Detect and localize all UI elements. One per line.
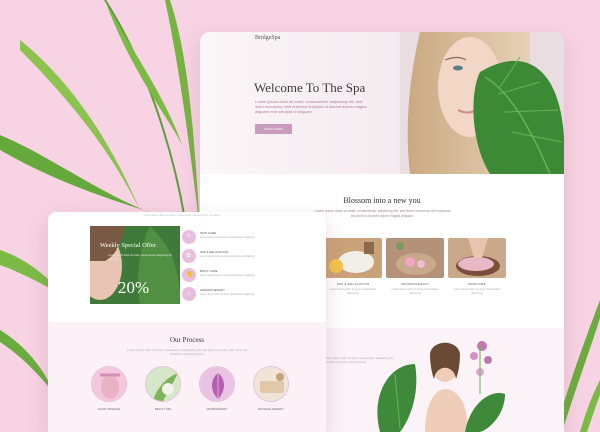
- process-step-4-image[interactable]: [253, 366, 289, 402]
- treatment-image-pedicure: [448, 238, 506, 278]
- process-text: Lorem ipsum dolor sit amet, consectetuer…: [126, 348, 248, 356]
- services-page-card: Lorem ipsum dolor sit amet, consectetuer…: [48, 212, 326, 432]
- process-step-2-caption: BEAUTY SPA: [154, 408, 172, 411]
- treatment-caption-spa: SPA & RELAXATION: [336, 282, 370, 286]
- hand-icon: ✋: [186, 272, 194, 278]
- service-text-spa: Lorem ipsum dolor sit amet consectetuer …: [200, 255, 255, 258]
- treatment-text-pedicure: Lorem ipsum dolor sit amet consectetuer …: [453, 288, 501, 295]
- service-label-skin[interactable]: SKIN CARE: [200, 231, 216, 235]
- treatment-text-spa: Lorem ipsum dolor sit amet consectetuer …: [329, 288, 377, 295]
- section-text: Lorem ipsum dolor sit amet, consectetuer…: [314, 209, 451, 218]
- model-with-leaves-image: [377, 341, 505, 432]
- lotus-icon: ✿: [186, 253, 192, 259]
- face-icon: ☺: [186, 233, 193, 239]
- special-offer-banner[interactable]: Weekly Special Offer Lorem ipsum dolor s…: [90, 226, 180, 304]
- service-label-spa[interactable]: SPA & RELAXATION: [200, 250, 228, 254]
- front-top-text: Lorem ipsum dolor sit amet, consectetuer…: [144, 214, 220, 217]
- hero-text: Lorem ipsum dolor sit amet, consectetuer…: [255, 99, 367, 114]
- process-step-1-caption: FACIAL MASSAGE: [97, 408, 121, 411]
- offer-title: Weekly Special Offer: [100, 242, 157, 249]
- section-title: Blossom into a new you: [343, 196, 421, 205]
- service-icon-skin: ☺: [182, 230, 196, 244]
- service-label-aroma[interactable]: AROMATHERAPY: [200, 288, 225, 292]
- service-icon-aroma: ♨: [182, 287, 196, 301]
- treatment-image-spa: [324, 238, 382, 278]
- service-icon-spa: ✿: [182, 249, 196, 263]
- service-text-skin: Lorem ipsum dolor sit amet consectetuer …: [200, 236, 255, 239]
- process-step-3-image[interactable]: [199, 366, 235, 402]
- process-step-4-caption: MASSAGE THERAPY: [258, 408, 284, 411]
- drop-icon: ♨: [186, 291, 192, 297]
- read-more-button[interactable]: READ MORE: [255, 124, 292, 134]
- process-step-2-image[interactable]: [145, 366, 181, 402]
- service-icon-body: ✋: [182, 268, 196, 282]
- process-title: Our Process: [169, 336, 205, 344]
- treatment-image-aroma: [386, 238, 444, 278]
- offer-text: Lorem ipsum dolor sit amet, consectetuer…: [108, 254, 172, 261]
- service-text-body: Lorem ipsum dolor sit amet consectetuer …: [200, 274, 255, 277]
- hero-title: Welcome To The Spa: [254, 80, 366, 95]
- treatment-text-aroma: Lorem ipsum dolor sit amet consectetuer …: [391, 288, 439, 295]
- treatment-caption-aroma: AROMATHERAPY: [400, 282, 430, 286]
- hero-section: BridgeSpa Home About Us Welcome To The S…: [200, 32, 564, 174]
- treatment-caption-pedicure: PEDICURE: [468, 282, 486, 286]
- hero-model-image: [400, 32, 564, 174]
- offer-percent: 20%: [118, 278, 150, 297]
- service-label-body[interactable]: BODY CARE: [200, 269, 218, 273]
- service-text-aroma: Lorem ipsum dolor sit amet consectetuer …: [200, 293, 255, 296]
- process-step-1-image[interactable]: [91, 366, 127, 402]
- process-step-3-caption: AROMATHERAPY: [206, 408, 228, 411]
- logo[interactable]: BridgeSpa: [255, 35, 280, 41]
